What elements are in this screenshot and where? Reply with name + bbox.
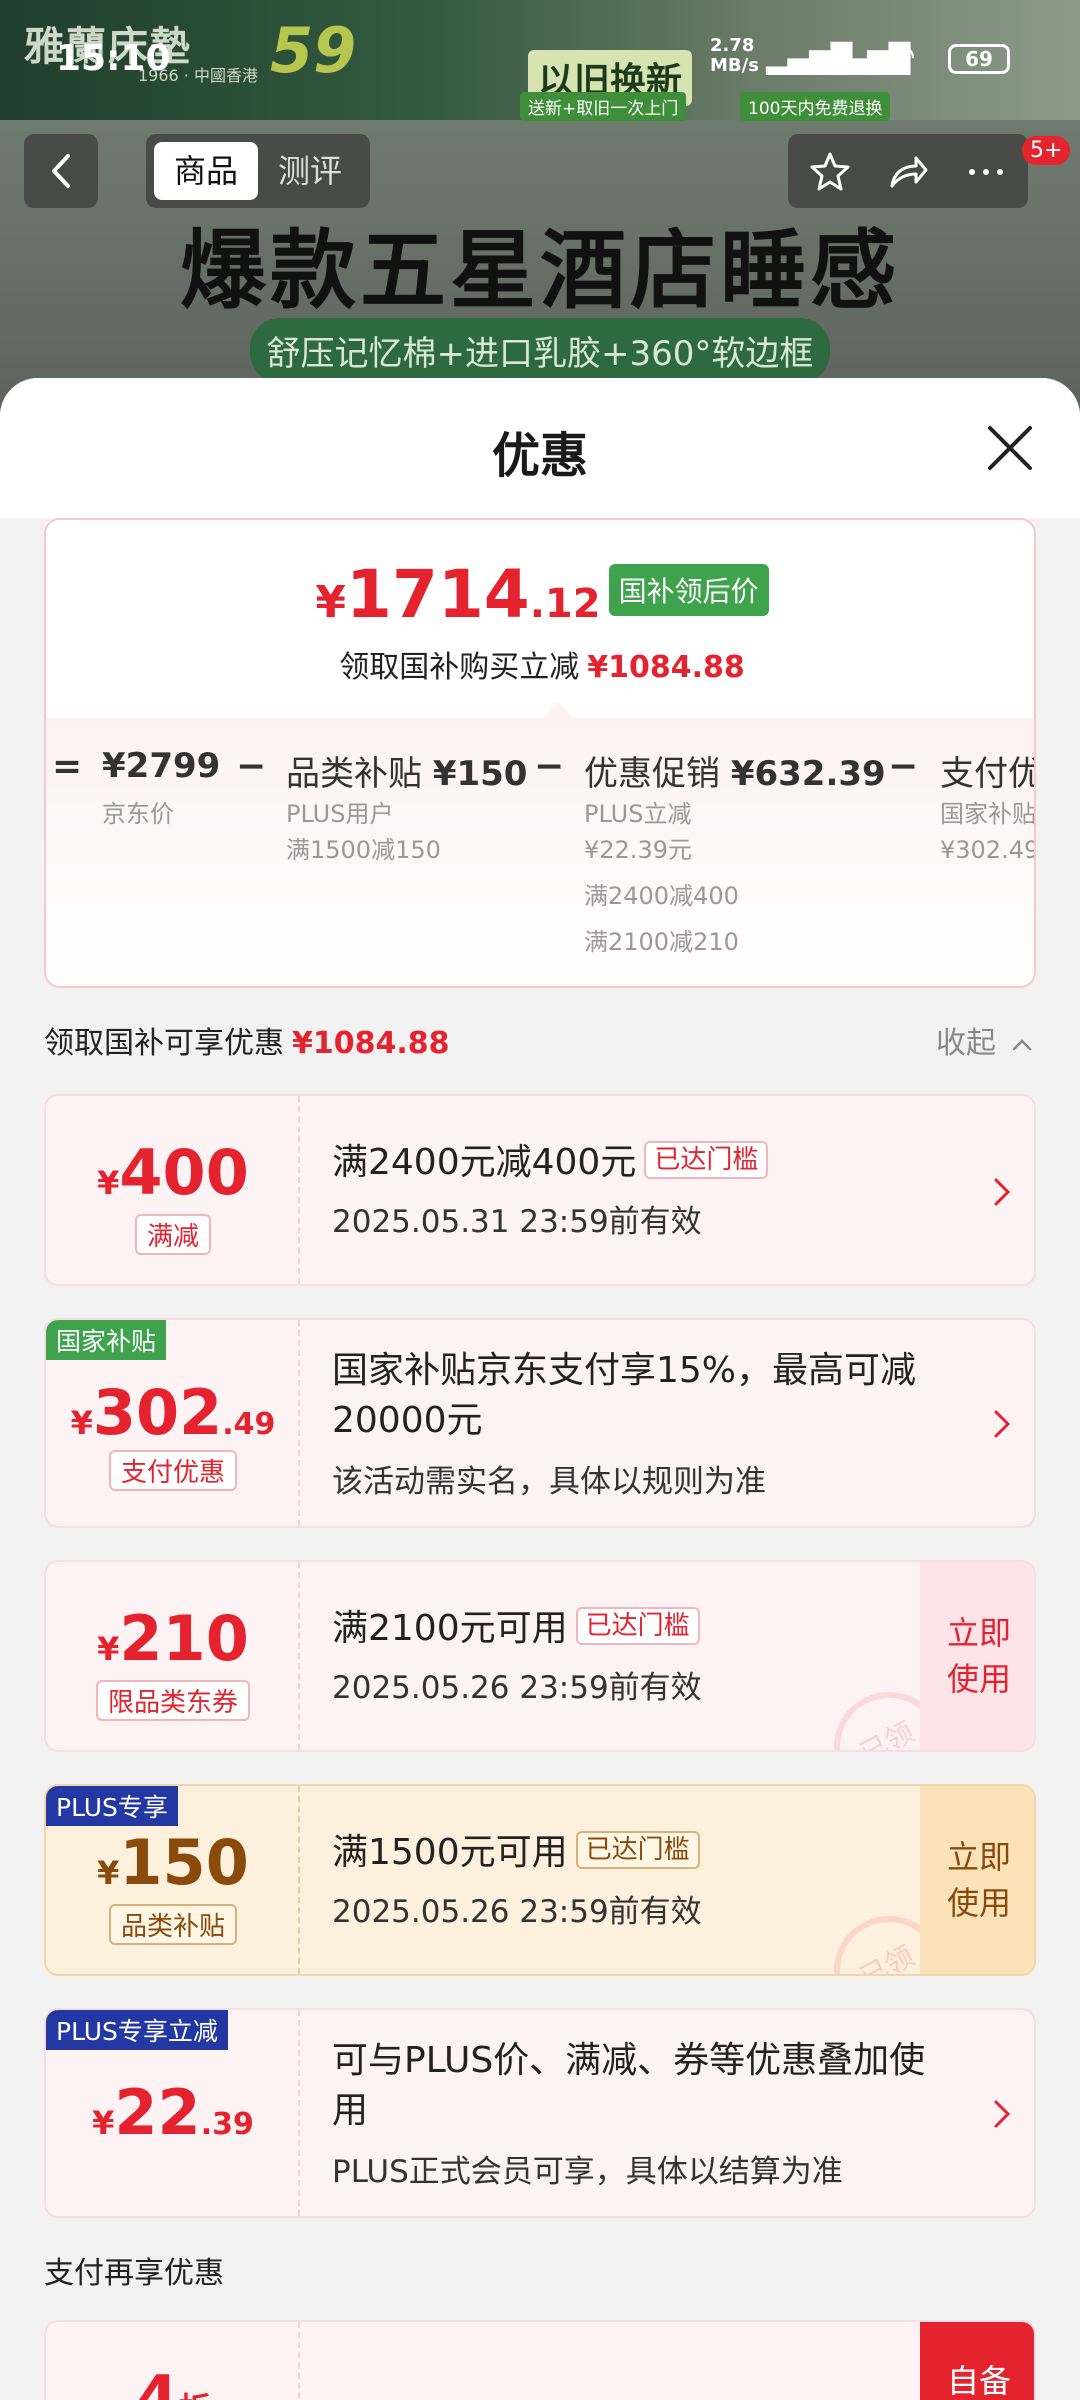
more-icon[interactable]	[964, 150, 1008, 194]
threshold-badge: 已达门槛	[575, 1607, 700, 1645]
coupon-title-line2: 用	[332, 2090, 369, 2131]
calc-sub: PLUS用户	[286, 800, 394, 828]
product-headline: 爆款五星酒店睡感	[180, 221, 900, 321]
star-icon[interactable]	[808, 150, 852, 194]
share-icon[interactable]	[886, 150, 930, 194]
coupon-validity: 2025.05.26 23:59前有效	[332, 1894, 702, 1930]
calc-sub: 满2400减400	[584, 882, 739, 910]
coupon-title: 满1500元可用 已达门槛	[332, 1828, 700, 1878]
coupon-amount: ¥400	[97, 1136, 249, 1209]
tab-review[interactable]: 测评	[258, 142, 362, 200]
network-speed: 2.78 MB/s	[710, 35, 759, 76]
coupon-kind: 满减	[46, 1214, 300, 1255]
coupon-card[interactable]: ¥400 满减 满2400元减400元 已达门槛 2025.05.31 23:59…	[44, 1094, 1036, 1286]
calc-item: 支付优	[940, 754, 1036, 794]
coupon-amount: ¥302.49	[70, 1376, 276, 1449]
coupon-amount: ¥150	[97, 1826, 249, 1899]
chevron-up-icon	[1012, 1039, 1031, 1051]
price-summary-card: ¥1714.12 国补领后价 领取国补购买立减 ¥1084.88 = ¥2799 京…	[44, 518, 1036, 988]
chevron-left-icon	[52, 154, 70, 188]
section-heading: 支付再享优惠	[44, 2256, 224, 2291]
sheet-title: 优惠	[491, 428, 588, 484]
coupon-title: 国家补贴京东支付享15%，最高可减	[332, 1350, 917, 1391]
coupon-validity: 2025.05.26 23:59前有效	[332, 1670, 702, 1706]
calc-sub: 满2100减210	[584, 928, 739, 956]
calc-sub: PLUS立减	[584, 800, 692, 828]
calc-item: 优惠促销 ¥632.39	[584, 754, 886, 794]
coupon-amount: ¥210	[97, 1602, 249, 1675]
section-amount: ¥1084.88	[292, 1026, 450, 1061]
calc-operator: =	[52, 746, 83, 787]
coupon-kind: 品类补贴	[46, 1904, 300, 1945]
nav-actions	[788, 134, 1028, 208]
save-amount: ¥1084.88	[587, 650, 745, 685]
wifi-icon: ◠	[888, 36, 915, 76]
collapse-button[interactable]: 收起	[936, 1018, 1034, 1062]
coupon-title: 满2100元可用 已达门槛	[332, 1604, 700, 1654]
section-heading: 领取国补可享优惠 ¥1084.88	[44, 1026, 450, 1061]
tab-product[interactable]: 商品	[154, 142, 258, 200]
calc-sub: 满1500减150	[286, 836, 441, 864]
message-badge: 5+	[1022, 136, 1071, 165]
calc-value: ¥2799	[102, 746, 221, 786]
calc-item: 品类补贴 ¥150	[286, 754, 528, 794]
final-price: ¥1714.12 国补领后价	[46, 556, 1034, 633]
coupon-card: ¥210 限品类东券 满2100元可用 已达门槛 2025.05.26 23:59…	[44, 1560, 1036, 1752]
coupon-corner-tag: 国家补贴	[46, 1320, 167, 1360]
chevron-right-icon	[994, 1410, 1011, 1438]
final-price-dec: .12	[529, 581, 601, 627]
coupon-corner-tag: PLUS专享	[46, 1786, 178, 1826]
coupon-card[interactable]: PLUS专享立减 ¥22.39 可与PLUS价、满减、券等优惠叠加使 用 PLU…	[44, 2008, 1036, 2218]
close-icon[interactable]	[980, 418, 1040, 478]
calc-sub: 国家补贴	[940, 800, 1036, 828]
coupon-amount: ¥22.39	[92, 2076, 254, 2149]
nav-tabs: 商品 测评	[146, 134, 370, 208]
threshold-badge: 已达门槛	[575, 1831, 700, 1869]
price-breakdown: = ¥2799 京东价 − 品类补贴 ¥150 PLUS用户 满1500减150…	[46, 718, 1036, 986]
use-now-button[interactable]: 立即使用	[920, 1562, 1034, 1750]
battery-icon: 69	[948, 44, 1010, 74]
coupon-title: 可与PLUS价、满减、券等优惠叠加使	[332, 2040, 926, 2081]
discount-sheet: 优惠 ¥1714.12 国补领后价 领取国补购买立减 ¥1084.88 = ¥279…	[0, 378, 1080, 2400]
status-bar: 15:10 2.78 MB/s ▂▄▆█ ▂▄▆█ ◠ 69	[0, 0, 1080, 120]
coupon-title: 满2400元减400元 已达门槛	[332, 1138, 769, 1188]
save-label: 领取国补购买立减	[339, 650, 580, 685]
coupon-amount: 4折	[135, 2362, 210, 2400]
threshold-badge: 已达门槛	[644, 1141, 769, 1179]
chevron-right-icon	[994, 1178, 1011, 1206]
chevron-right-icon	[994, 2100, 1011, 2128]
final-price-int: 1714	[346, 556, 530, 633]
coupon-kind: 支付优惠	[46, 1450, 300, 1491]
coupon-note: 该活动需实名，具体以规则为准	[332, 1464, 766, 1500]
use-now-button[interactable]: 立即使用	[920, 1786, 1034, 1974]
back-button[interactable]	[24, 134, 98, 208]
save-row: 领取国补购买立减 ¥1084.88	[46, 642, 1034, 686]
sheet-header: 优惠	[0, 378, 1080, 518]
calc-sub: ¥22.39元	[584, 836, 692, 864]
coupon-kind: 限品类东券	[46, 1680, 300, 1721]
coupon-card: PLUS专享 ¥150 品类补贴 满1500元可用 已达门槛 2025.05.26…	[44, 1784, 1036, 1976]
calc-sub: 京东价	[102, 800, 174, 828]
price-tag: 国补领后价	[608, 564, 769, 616]
pay-coupon-card[interactable]: 4折 自备	[44, 2320, 1036, 2400]
calc-operator: −	[888, 746, 919, 787]
calc-operator: −	[534, 746, 565, 787]
calc-sub: ¥302.49	[940, 836, 1036, 864]
coupon-corner-tag: PLUS专享立减	[46, 2010, 228, 2050]
coupon-card[interactable]: 国家补贴 ¥302.49 支付优惠 国家补贴京东支付享15%，最高可减 2000…	[44, 1318, 1036, 1528]
status-time: 15:10	[56, 38, 171, 79]
coupon-title-line2: 20000元	[332, 1400, 483, 1441]
coupon-validity: 2025.05.31 23:59前有效	[332, 1204, 702, 1240]
product-tagline: 舒压记忆棉+进口乳胶+360°软边框	[250, 318, 830, 383]
calc-operator: −	[236, 746, 267, 787]
pay-coupon-button[interactable]: 自备	[920, 2322, 1034, 2400]
coupon-note: PLUS正式会员可享，具体以结算为准	[332, 2154, 843, 2190]
